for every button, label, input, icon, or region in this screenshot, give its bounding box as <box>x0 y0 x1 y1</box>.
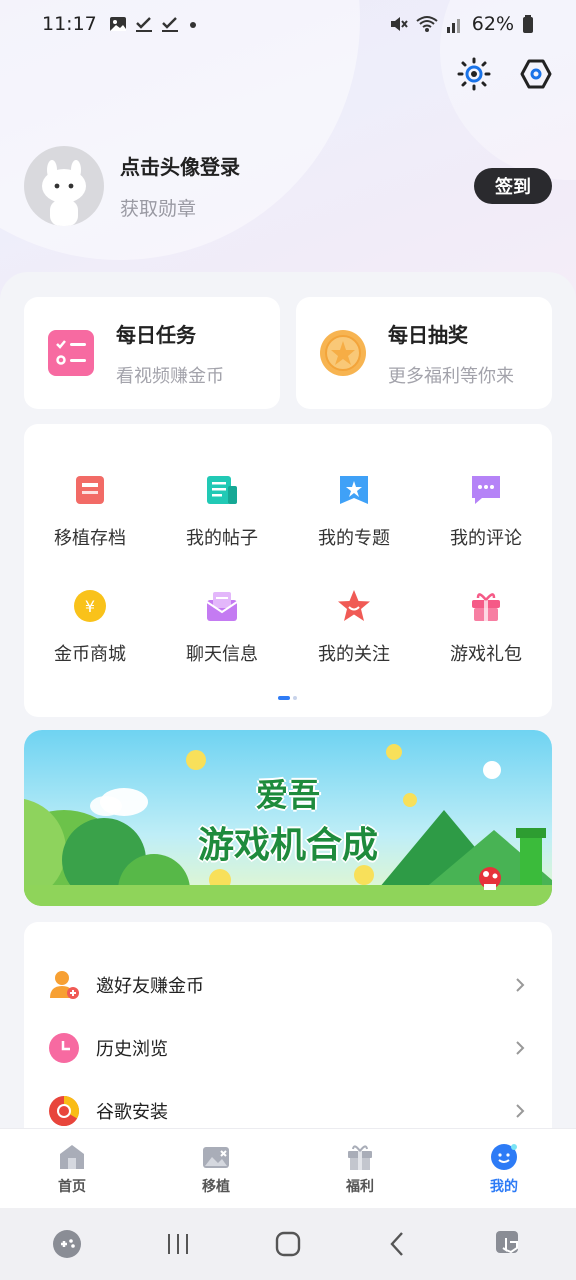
grid-label: 我的关注 <box>318 644 390 665</box>
port-icon <box>203 1146 229 1168</box>
google-install-icon <box>49 1096 80 1127</box>
grid-item-coin-shop[interactable]: ¥ 金币商城 <box>24 588 156 666</box>
home-icon <box>60 1144 84 1169</box>
topic-star-icon <box>340 476 368 504</box>
invite-friend-icon <box>50 971 79 999</box>
comment-icon <box>472 476 500 504</box>
tab-welfare[interactable]: 福利 <box>288 1129 432 1208</box>
list-label: 谷歌安装 <box>96 1102 168 1123</box>
tab-home[interactable]: 首页 <box>0 1129 144 1208</box>
grid-item-archive[interactable]: 移植存档 <box>24 472 156 550</box>
check-icon <box>161 17 178 32</box>
tab-profile[interactable]: 我的 <box>432 1129 576 1208</box>
daily-lottery-texts: 每日抽奖 更多福利等你来 <box>388 319 514 388</box>
lottery-coin-icon <box>320 330 366 376</box>
grid-label: 我的专题 <box>318 528 390 549</box>
login-prompt[interactable]: 点击头像登录 <box>120 151 240 180</box>
daily-lottery-title: 每日抽奖 <box>388 322 468 347</box>
tab-label: 首页 <box>58 1178 86 1195</box>
profile-texts: 点击头像登录 获取勋章 <box>120 151 240 221</box>
grid-item-posts[interactable]: 我的帖子 <box>156 472 288 550</box>
grid-label: 聊天信息 <box>186 644 258 665</box>
menu-list: 邀好友赚金币 历史浏览 谷歌安装 <box>24 922 552 1152</box>
post-icon <box>207 476 237 504</box>
system-nav-bar <box>0 1208 576 1280</box>
signal-icon <box>446 19 460 33</box>
page-indicator <box>278 696 297 700</box>
daily-lottery-subtitle: 更多福利等你来 <box>388 365 514 387</box>
mute-icon <box>390 17 408 31</box>
sun-icon[interactable] <box>456 56 492 92</box>
chevron-right-icon <box>516 1104 525 1118</box>
wifi-icon <box>416 16 438 32</box>
battery-percent: 62% <box>471 13 514 35</box>
profile-header: 点击头像登录 获取勋章 签到 <box>24 146 552 226</box>
status-bar: 11:17 62% <box>0 0 576 48</box>
gallery-icon <box>109 17 126 31</box>
welfare-gift-icon <box>348 1144 372 1170</box>
archive-icon <box>76 476 104 504</box>
dot-icon <box>189 22 196 28</box>
grid-label: 我的帖子 <box>186 528 258 549</box>
back-icon[interactable] <box>378 1224 418 1264</box>
feature-grid: 移植存档 我的帖子 我的专题 我的评论 ¥ 金币商城 聊天信息 我的关注 游戏礼… <box>24 424 552 717</box>
grid-item-chat[interactable]: 聊天信息 <box>156 588 288 666</box>
status-left-icons <box>109 15 199 33</box>
check-icon <box>135 17 152 32</box>
history-clock-icon <box>49 1033 79 1063</box>
status-time: 11:17 <box>42 13 97 35</box>
accessibility-touch-icon[interactable] <box>489 1224 529 1264</box>
chat-mail-icon <box>206 592 238 621</box>
gift-icon <box>472 593 500 621</box>
avatar-mascot-icon <box>42 160 86 226</box>
page-dot-active <box>278 696 290 700</box>
recent-apps-icon[interactable] <box>158 1224 198 1264</box>
avatar[interactable] <box>24 146 104 226</box>
tab-port[interactable]: 移植 <box>144 1129 288 1208</box>
banner-title-line1: 爱吾 <box>255 776 320 814</box>
daily-task-texts: 每日任务 看视频赚金币 <box>116 319 224 388</box>
coin-shop-icon: ¥ <box>74 590 106 622</box>
daily-task-subtitle: 看视频赚金币 <box>116 365 224 387</box>
list-item-invite[interactable]: 邀好友赚金币 <box>24 957 552 1013</box>
daily-task-title: 每日任务 <box>116 322 196 347</box>
chevron-right-icon <box>516 978 525 992</box>
daily-task-card[interactable]: 每日任务 看视频赚金币 <box>24 297 280 409</box>
tab-label: 我的 <box>490 1178 518 1195</box>
top-actions <box>456 56 554 92</box>
tab-label: 福利 <box>346 1178 374 1195</box>
profile-subtitle: 获取勋章 <box>120 198 197 220</box>
daily-lottery-card[interactable]: 每日抽奖 更多福利等你来 <box>296 297 552 409</box>
list-label: 邀好友赚金币 <box>96 976 204 997</box>
banner-title-line2: 游戏机合成 <box>197 825 378 866</box>
grid-label: 金币商城 <box>54 644 126 665</box>
grid-item-comments[interactable]: 我的评论 <box>420 472 552 550</box>
list-label: 历史浏览 <box>96 1039 168 1060</box>
status-right-icons: 62% <box>388 13 534 35</box>
task-list-icon <box>48 330 94 376</box>
grid-item-follow[interactable]: 我的关注 <box>288 588 420 666</box>
grid-label: 移植存档 <box>54 528 126 549</box>
grid-label: 我的评论 <box>450 528 522 549</box>
svg-text:¥: ¥ <box>85 597 95 616</box>
bottom-tab-bar: 首页 移植 福利 我的 <box>0 1128 576 1208</box>
grid-item-gift[interactable]: 游戏礼包 <box>420 588 552 666</box>
signin-button[interactable]: 签到 <box>474 168 552 204</box>
grid-label: 游戏礼包 <box>450 644 522 665</box>
chevron-right-icon <box>516 1041 525 1055</box>
page-dot <box>293 696 297 700</box>
game-launcher-icon[interactable] <box>47 1224 87 1264</box>
promo-banner[interactable]: 爱吾 游戏机合成 <box>24 730 552 906</box>
battery-icon <box>523 15 533 33</box>
tab-label: 移植 <box>202 1178 230 1195</box>
profile-face-icon <box>491 1143 517 1170</box>
home-button-icon[interactable] <box>268 1224 308 1264</box>
follow-star-icon <box>338 590 370 621</box>
list-item-history[interactable]: 历史浏览 <box>24 1020 552 1076</box>
settings-hex-icon[interactable] <box>518 56 554 92</box>
grid-item-topics[interactable]: 我的专题 <box>288 472 420 550</box>
